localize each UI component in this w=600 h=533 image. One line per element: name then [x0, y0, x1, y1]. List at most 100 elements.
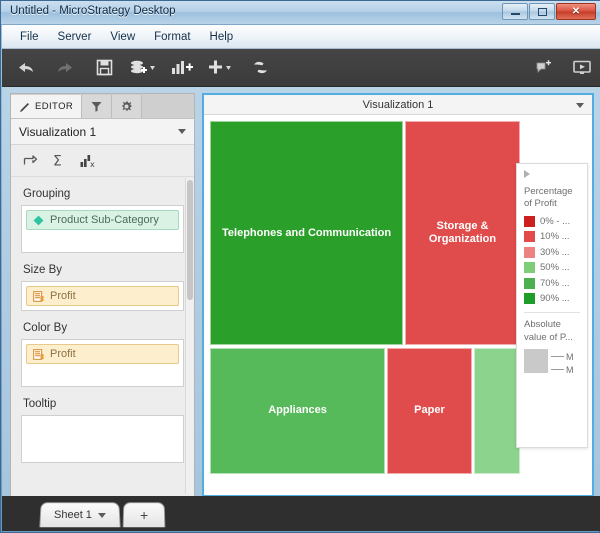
- attribute-diamond-icon: [33, 215, 44, 225]
- save-icon[interactable]: [89, 53, 119, 83]
- totals-sigma-icon[interactable]: Σ: [52, 153, 66, 169]
- chip-color-by-profit[interactable]: Profit: [26, 344, 179, 364]
- chip-product-sub-category[interactable]: Product Sub-Category: [26, 210, 179, 230]
- pencil-icon: [20, 102, 29, 112]
- treemap-tile[interactable]: Appliances: [210, 347, 386, 474]
- treemap-tile[interactable]: [473, 347, 520, 474]
- maximize-button[interactable]: [529, 3, 555, 20]
- treemap-tile-label: Telephones and Communication: [222, 226, 392, 239]
- legend-size-square: [524, 348, 548, 373]
- section-label-size-by: Size By: [23, 264, 62, 276]
- change-visualization-icon[interactable]: x: [80, 154, 96, 168]
- chip-size-by-profit[interactable]: Profit: [26, 286, 179, 306]
- add-sheet-button[interactable]: +: [122, 502, 166, 528]
- minimize-button[interactable]: [502, 3, 528, 20]
- tab-filters[interactable]: [82, 95, 113, 118]
- window-title: Untitled - MicroStrategy Desktop: [10, 5, 176, 17]
- insert-icon[interactable]: [206, 53, 236, 83]
- treemap-tile[interactable]: Storage & Organization: [404, 121, 520, 346]
- visualization-selector[interactable]: Visualization 1: [11, 119, 194, 145]
- undo-icon[interactable]: [11, 53, 41, 83]
- legend-entry-label: 0% - ...: [540, 215, 571, 227]
- legend-entry-label: 90% ...: [540, 293, 570, 305]
- legend-color-title: Percentage of Profit: [524, 186, 573, 210]
- add-data-icon[interactable]: [128, 53, 158, 83]
- chip-label: Product Sub-Category: [50, 214, 159, 226]
- sheet-tab-bar: Sheet 1 +: [2, 496, 600, 531]
- legend-swatch: [524, 231, 535, 243]
- legend-entry[interactable]: 90% ...: [524, 293, 580, 305]
- treemap-chart: Telephones and Communication Storage & Or…: [210, 121, 520, 474]
- section-label-grouping: Grouping: [23, 188, 71, 200]
- treemap-tile[interactable]: Telephones and Communication: [210, 121, 404, 346]
- legend-swatch: [524, 215, 535, 227]
- editor-mini-toolbar: Σ x: [11, 145, 194, 177]
- menu-help[interactable]: Help: [202, 28, 242, 46]
- menu-file[interactable]: File: [12, 28, 47, 46]
- dropzone-tooltip[interactable]: [21, 415, 184, 463]
- swap-rows-columns-icon[interactable]: [23, 154, 38, 168]
- legend-entry[interactable]: 30% ...: [524, 246, 580, 258]
- legend-swatch: [524, 277, 535, 289]
- legend-size-key: M M: [524, 348, 580, 375]
- legend-entry-label: 70% ...: [540, 277, 570, 289]
- legend-size-title: Absolute value of P...: [524, 319, 573, 343]
- gear-icon: [122, 101, 132, 111]
- dropzone-size-by[interactable]: Profit: [21, 281, 184, 311]
- tab-editor-label: EDITOR: [35, 101, 74, 112]
- legend-entry[interactable]: 50% ...: [524, 262, 580, 274]
- legend-swatch: [524, 262, 535, 274]
- editor-tab-bar: EDITOR: [11, 94, 194, 119]
- legend-divider: [524, 312, 580, 314]
- presentation-icon[interactable]: [568, 53, 598, 83]
- legend-entry[interactable]: 70% ...: [524, 277, 580, 289]
- legend-size-line-max: M: [551, 352, 574, 362]
- menu-view[interactable]: View: [102, 28, 143, 46]
- visualization-selector-label: Visualization 1: [19, 124, 97, 139]
- sheet-tab-label: Sheet 1: [53, 509, 93, 522]
- legend-size-line-min: M: [551, 365, 574, 375]
- editor-scrollbar-thumb[interactable]: [187, 180, 193, 300]
- legend-dash-icon: [551, 369, 564, 371]
- chevron-down-icon: [178, 129, 186, 134]
- editor-scrollbar[interactable]: [185, 178, 193, 494]
- title-bar: Untitled - MicroStrategy Desktop ✕: [1, 1, 600, 25]
- dropzone-color-by[interactable]: Profit: [21, 339, 184, 387]
- treemap-tile[interactable]: Paper: [387, 347, 472, 474]
- redo-icon[interactable]: [50, 53, 80, 83]
- legend-collapse-icon[interactable]: [524, 170, 530, 178]
- treemap-tile-label: Storage & Organization: [428, 220, 497, 246]
- legend-entry-label: 10% ...: [540, 231, 570, 243]
- section-label-tooltip: Tooltip: [23, 398, 57, 410]
- visualization-menu-chevron-icon[interactable]: [576, 103, 584, 108]
- editor-panel: EDITOR Visualization 1 Σ x Grouping Prod…: [10, 93, 195, 497]
- tab-properties[interactable]: [112, 95, 143, 118]
- refresh-icon[interactable]: [245, 53, 275, 83]
- workspace: EDITOR Visualization 1 Σ x Grouping Prod…: [2, 87, 600, 499]
- add-visualization-icon[interactable]: [167, 53, 197, 83]
- sheet-tab-sheet-1[interactable]: Sheet 1: [39, 502, 121, 528]
- legend-swatch: [524, 293, 535, 305]
- menu-server[interactable]: Server: [50, 28, 100, 46]
- share-icon[interactable]: [529, 53, 559, 83]
- menu-format[interactable]: Format: [146, 28, 198, 46]
- metric-icon: [33, 348, 44, 360]
- svg-text:Σ: Σ: [53, 154, 62, 169]
- tab-editor[interactable]: EDITOR: [11, 95, 83, 118]
- legend-panel: Percentage of Profit 0% - ... 10% ... 30% …: [516, 163, 588, 448]
- editor-sections: Grouping Product Sub-Category Size By Pr…: [11, 177, 194, 495]
- dropzone-grouping[interactable]: Product Sub-Category: [21, 205, 184, 253]
- sheet-tab-chevron-icon[interactable]: [97, 512, 107, 518]
- legend-entry[interactable]: 0% - ...: [524, 215, 580, 227]
- visualization-container: Visualization 1 Telephones and Communica…: [202, 93, 594, 497]
- svg-text:x: x: [90, 160, 95, 168]
- legend-entry[interactable]: 10% ...: [524, 231, 580, 243]
- legend-swatch: [524, 246, 535, 258]
- legend-size-label-1: M: [566, 351, 574, 362]
- section-label-color-by: Color By: [23, 322, 68, 334]
- treemap-tile-label: Appliances: [268, 404, 327, 417]
- chip-label: Profit: [50, 348, 76, 360]
- legend-entry-label: 50% ...: [540, 262, 570, 274]
- window-controls: ✕: [502, 3, 596, 20]
- close-button[interactable]: ✕: [556, 3, 596, 20]
